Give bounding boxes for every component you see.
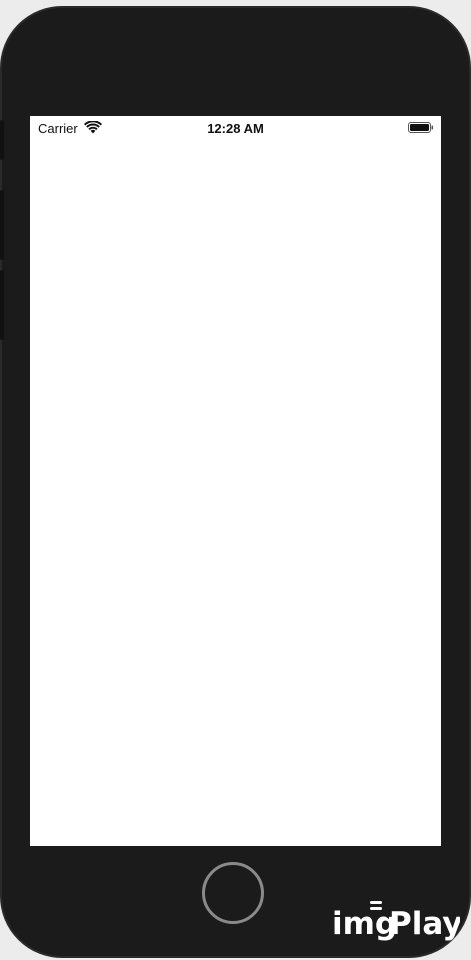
volume-down-button [0, 270, 4, 340]
mute-switch [0, 120, 4, 160]
volume-up-button [0, 190, 4, 260]
app-screen: Carrier 12:28 AM [30, 116, 441, 846]
status-bar: Carrier 12:28 AM [30, 116, 441, 140]
battery-icon [408, 122, 434, 133]
svg-text:Play: Play [389, 906, 460, 942]
home-button[interactable] [202, 862, 264, 924]
svg-text:img: img [332, 906, 397, 942]
status-time: 12:28 AM [207, 121, 264, 136]
imgplay-watermark-logo: img Play [332, 901, 460, 942]
